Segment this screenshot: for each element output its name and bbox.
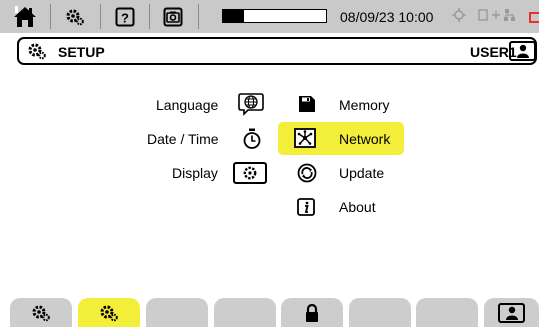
tab-measure-setup[interactable] (10, 298, 72, 327)
user-icon (516, 44, 529, 58)
gps-icon (452, 8, 466, 25)
separator (100, 4, 101, 29)
page-title: SETUP (58, 44, 105, 60)
update-icon[interactable] (296, 162, 318, 184)
timer-icon[interactable] (241, 127, 263, 151)
tab-empty-6[interactable] (349, 298, 411, 327)
tab-empty-7[interactable] (416, 298, 478, 327)
display-icon[interactable] (233, 162, 267, 184)
gears-icon (32, 305, 50, 321)
menu-item-language[interactable]: Language (156, 97, 218, 113)
user-button[interactable] (509, 41, 536, 61)
svg-text:?: ? (121, 10, 129, 25)
globe-icon[interactable] (237, 92, 265, 116)
menu-item-memory[interactable]: Memory (339, 97, 390, 113)
menu-item-date-time[interactable]: Date / Time (147, 131, 219, 147)
gears-icon (27, 42, 47, 65)
tab-instrument-setup[interactable] (78, 298, 140, 327)
user-button[interactable] (498, 302, 525, 323)
tab-user[interactable] (484, 298, 539, 327)
tab-empty-3[interactable] (146, 298, 208, 327)
separator (50, 4, 51, 29)
menu-item-display[interactable]: Display (172, 165, 218, 181)
datetime: 08/09/23 10:00 (340, 9, 434, 25)
battery-indicator (222, 9, 327, 23)
camera-icon[interactable] (160, 0, 186, 33)
lock-icon (306, 303, 318, 322)
separator (149, 4, 150, 29)
tab-empty-4[interactable] (214, 298, 276, 327)
status-bar: ? 08/09/23 10:00 (0, 0, 539, 33)
menu-item-about[interactable]: About (339, 199, 376, 215)
network-icon[interactable] (293, 127, 317, 149)
network-status-icon (478, 8, 518, 25)
menu-item-update[interactable]: Update (339, 165, 384, 181)
save-icon[interactable] (298, 95, 316, 113)
menu-item-network[interactable]: Network (339, 131, 390, 147)
gears-icon[interactable] (62, 0, 88, 33)
gears-icon (100, 305, 118, 321)
user-icon (505, 306, 518, 320)
info-icon[interactable] (296, 197, 316, 217)
alert-indicator (529, 12, 539, 23)
home-icon[interactable] (10, 0, 40, 33)
help-icon[interactable]: ? (112, 0, 138, 33)
title-bar: SETUP USER1 (17, 37, 537, 65)
separator (198, 4, 199, 29)
battery-fill (223, 10, 244, 22)
tab-lock[interactable] (281, 298, 343, 327)
